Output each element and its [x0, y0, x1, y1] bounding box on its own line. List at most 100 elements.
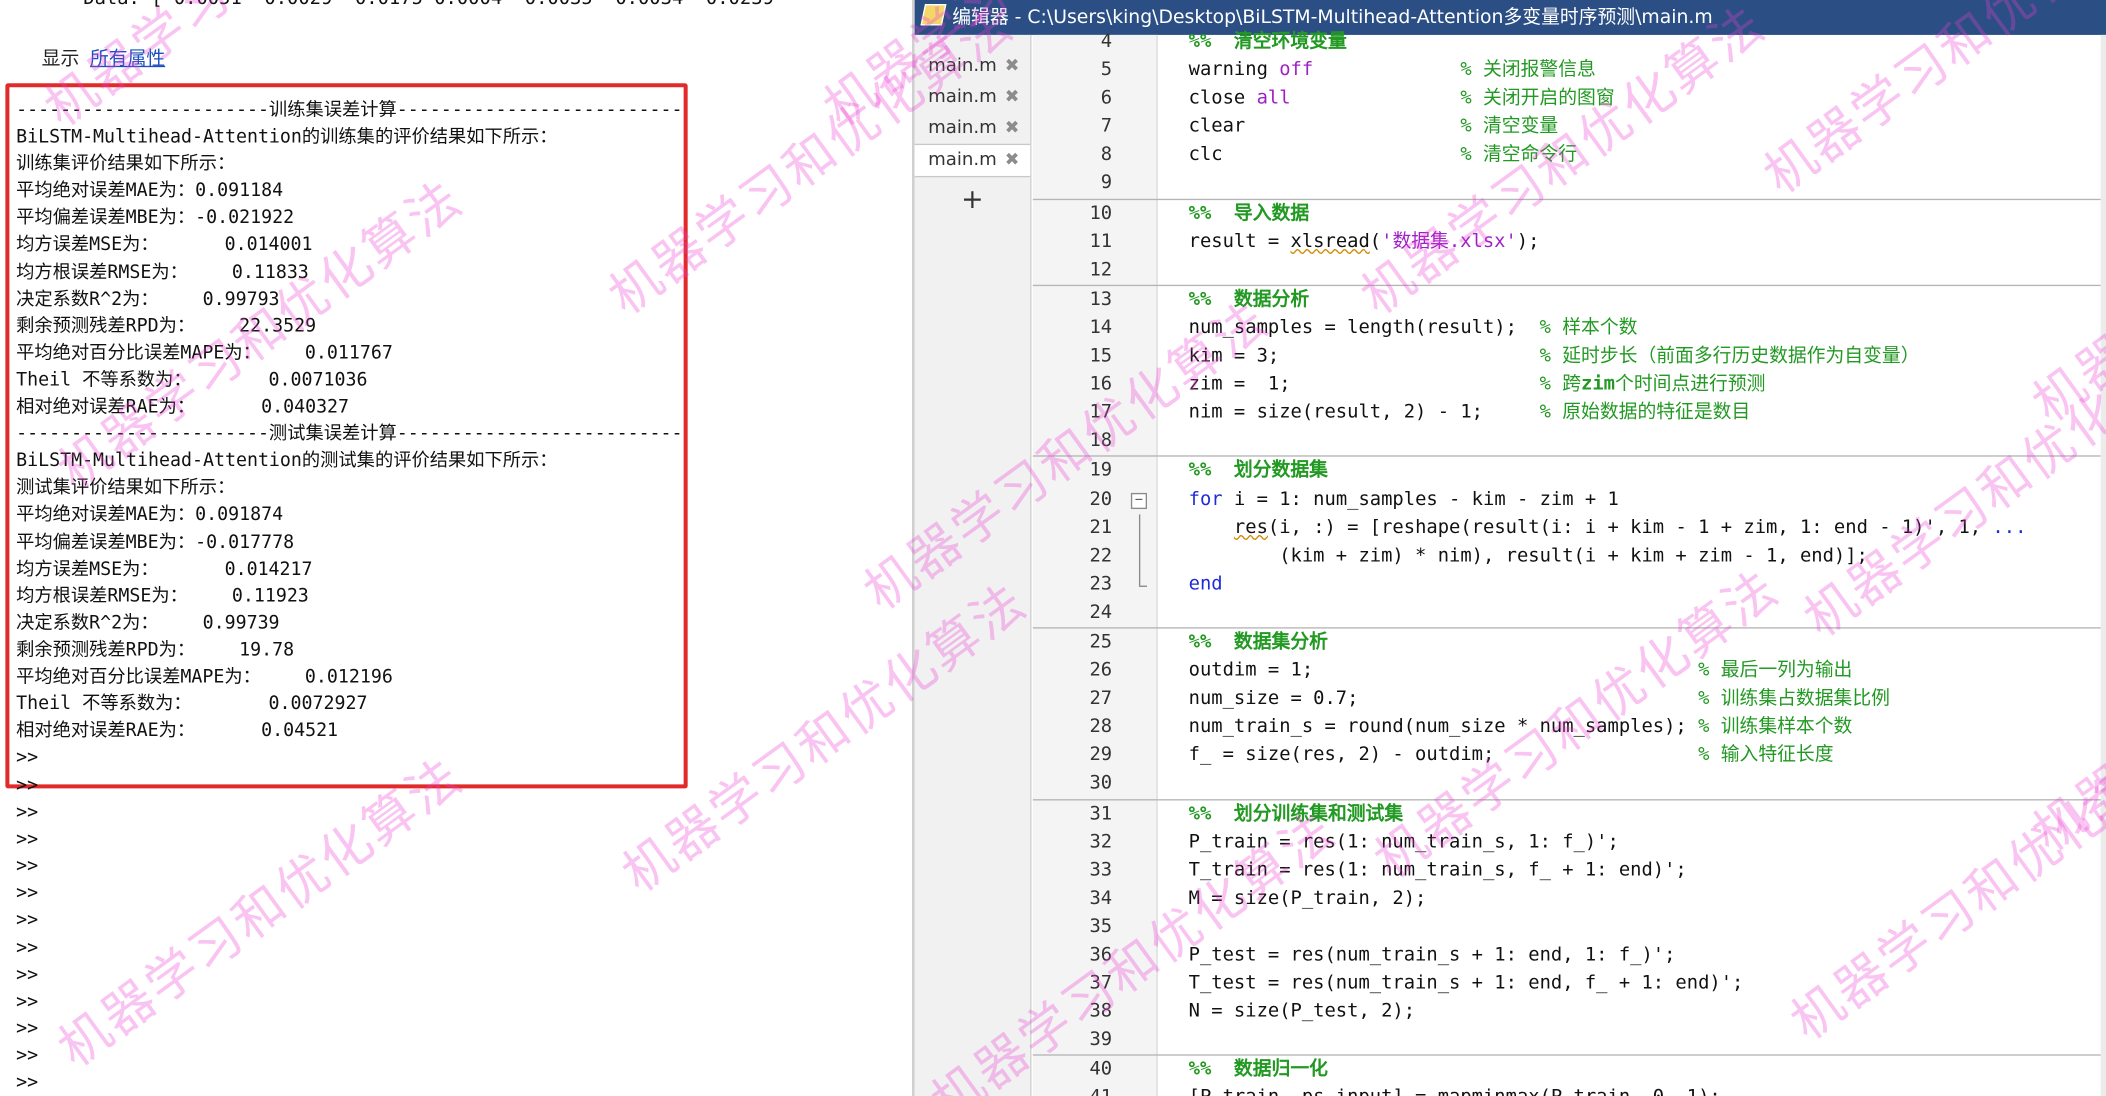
prompt-line: >> [16, 1017, 39, 1040]
code-line[interactable]: 7 clear % 清空变量 [1033, 113, 2106, 141]
code-line[interactable]: 27 num_size = 0.7; % 训练集占数据集比例 [1033, 685, 2106, 713]
line-number: 38 [1089, 1000, 1113, 1023]
code-line[interactable]: 14 num_samples = length(result); % 样本个数 [1033, 314, 2106, 342]
code-line[interactable]: 20− for i = 1: num_samples - kim - zim + … [1033, 486, 2106, 514]
code-line[interactable]: 34 M = size(P_train, 2); [1033, 885, 2106, 913]
output-line: BiLSTM-Multihead-Attention的测试集的评价结果如下所示： [16, 450, 558, 472]
code-token: % 关闭开启的图窗 [1460, 87, 1615, 110]
scrollbar-track[interactable] [2100, 34, 2106, 1096]
code-token: zim = 1; [1188, 373, 1540, 396]
code-line[interactable]: 15 kim = 3; % 延时步长（前面多行历史数据作为自变量） [1033, 343, 2106, 371]
code-line[interactable]: 17 nim = size(result, 2) - 1; % 原始数据的特征是数… [1033, 399, 2106, 427]
code-token: num_samples = length(result); [1188, 316, 1540, 339]
line-number: 27 [1089, 687, 1113, 710]
code-text: P_train = res(1: num_train_s, 1: f_)'; [1189, 828, 1619, 856]
line-number: 15 [1089, 345, 1113, 367]
output-line: 相对绝对误差RAE为： 0.040327 [16, 396, 350, 418]
code-token: (kim + zim) * nim), result(i + kim + zim… [1188, 544, 1868, 567]
line-number: 28 [1089, 716, 1113, 738]
code-line[interactable]: 38 N = size(P_test, 2); [1033, 998, 2106, 1026]
code-line[interactable]: 4 %% 清空环境变量 [1033, 28, 2106, 56]
output-line: 平均绝对误差MAE为：0.091184 [16, 180, 284, 202]
code-line[interactable]: 21 res(i, :) = [reshape(result(i: i + ki… [1033, 514, 2106, 542]
code-line[interactable]: 24 [1033, 599, 2106, 627]
code-token: %% 划分训练集和测试集 [1188, 802, 1404, 825]
code-line[interactable]: 18 [1033, 428, 2106, 456]
code-line[interactable]: 26 outdim = 1; % 最后一列为输出 [1033, 657, 2106, 685]
code-line[interactable]: 28 num_train_s = round(num_size * num_sam… [1033, 714, 2106, 742]
code-line[interactable]: 33 T_train = res(1: num_train_s, f_ + 1: … [1033, 857, 2106, 885]
code-text: P_test = res(num_train_s + 1: end, 1: f_… [1189, 942, 1676, 970]
output-line: 平均绝对误差MAE为：0.091874 [16, 504, 284, 526]
code-line[interactable]: 31 %% 划分训练集和测试集 [1032, 798, 2106, 829]
output-line: 平均偏差误差MBE为：-0.021922 [16, 207, 295, 229]
editor-tab[interactable]: main.m ✖ [915, 113, 1031, 144]
prompt-line: >> [16, 990, 39, 1013]
code-line[interactable]: 35 [1033, 913, 2106, 941]
line-number: 5 [1100, 59, 1113, 81]
prompt-line: >> [16, 963, 39, 986]
code-token: ( [1369, 230, 1382, 253]
output-line: 剩余预测残差RPD为： 22.3529 [16, 315, 317, 337]
code-text: clear % 清空变量 [1189, 113, 1559, 141]
editor-tab-strip: main.m ✖ main.m ✖ main.m ✖ main.m ✖ + [914, 34, 1032, 1096]
code-token: [P_train, ps_input] = mapminmax(P_train,… [1189, 1087, 1721, 1096]
code-line[interactable]: 39 [1033, 1027, 2106, 1055]
output-line: 平均偏差误差MBE为：-0.017778 [16, 531, 295, 553]
code-line[interactable]: 19 %% 划分数据集 [1032, 455, 2106, 486]
code-text: close all % 关闭开启的图窗 [1189, 85, 1615, 113]
code-token: ); [1516, 230, 1540, 253]
output-line: 均方根误差RMSE为： 0.11923 [16, 585, 309, 607]
command-window[interactable]: Data: [ 0.0051 0.0029 0.0175 0.0004 0.00… [0, 0, 912, 1096]
code-line[interactable]: 5 warning off % 关闭报警信息 [1033, 57, 2106, 85]
code-token: % 关闭报警信息 [1460, 59, 1596, 81]
code-text: %% 数据归一化 [1189, 1056, 1328, 1084]
code-line[interactable]: 25 %% 数据集分析 [1032, 627, 2106, 657]
code-line[interactable]: 11 result = xlsread('数据集.xlsx'); [1033, 228, 2106, 256]
code-line[interactable]: 9 [1033, 170, 2106, 198]
line-number: 19 [1089, 459, 1113, 482]
prompt-line: >> [16, 774, 39, 797]
code-line[interactable]: 37 T_test = res(num_train_s + 1: end, f_ … [1033, 970, 2106, 998]
add-tab-button[interactable]: + [915, 183, 1031, 215]
line-number: 32 [1089, 830, 1113, 853]
close-tab-icon[interactable]: ✖ [1005, 51, 1020, 82]
output-lines: -----------------------训练集误差计算----------… [16, 97, 682, 772]
editor-tab[interactable]: main.m ✖ [914, 143, 1031, 178]
output-line: 平均绝对百分比误差MAPE为： 0.012196 [16, 666, 393, 688]
code-line[interactable]: 32 P_train = res(1: num_train_s, 1: f_)'; [1033, 828, 2106, 856]
code-line[interactable]: 36 P_test = res(num_train_s + 1: end, 1: … [1033, 942, 2106, 970]
prompt-line: >> [16, 936, 39, 959]
code-token: ... [1992, 516, 2027, 539]
code-line[interactable]: 29 f_ = size(res, 2) - outdim; % 输入特征长度 [1033, 742, 2106, 770]
code-line[interactable]: 10 %% 导入数据 [1032, 198, 2106, 228]
code-token: P_train = res(1: num_train_s, 1: f_)'; [1188, 830, 1619, 853]
code-line[interactable]: 8 clc % 清空命令行 [1033, 142, 2106, 170]
code-line[interactable]: 30 [1033, 770, 2106, 798]
code-line[interactable]: 13 %% 数据分析 [1032, 284, 2106, 315]
code-line[interactable]: 6 close all % 关闭开启的图窗 [1033, 85, 2106, 113]
close-tab-icon[interactable]: ✖ [1005, 145, 1020, 176]
code-text: num_size = 0.7; % 训练集占数据集比例 [1189, 685, 1890, 713]
code-line[interactable]: 16 zim = 1; % 跨zim个时间点进行预测 [1033, 371, 2106, 399]
code-line[interactable]: 40 %% 数据归一化 [1032, 1054, 2106, 1085]
editor-tab[interactable]: main.m ✖ [915, 82, 1031, 113]
editor-tab[interactable]: main.m ✖ [915, 51, 1031, 82]
fold-toggle-icon[interactable]: − [1130, 492, 1148, 509]
code-token: % 原始数据的特征是数目 [1539, 401, 1751, 424]
code-line[interactable]: 12 [1033, 256, 2106, 284]
close-tab-icon[interactable]: ✖ [1005, 82, 1020, 113]
code-line[interactable]: 23 end [1033, 571, 2106, 599]
prompt-line: >> [16, 909, 39, 932]
prompt-line: >> [16, 801, 39, 824]
code-line[interactable]: 41 [P_train, ps_input] = mapminmax(P_trai… [1033, 1085, 2106, 1096]
code-text: result = xlsread('数据集.xlsx'); [1189, 228, 1540, 256]
code-text: %% 划分训练集和测试集 [1189, 800, 1404, 828]
close-tab-icon[interactable]: ✖ [1005, 113, 1020, 144]
fold-guide-line [1138, 514, 1141, 586]
code-token: % 训练集样本个数 [1698, 716, 1853, 738]
code-line[interactable]: 22 (kim + zim) * nim), result(i + kim + … [1033, 542, 2106, 570]
all-properties-link[interactable]: 所有属性 [90, 48, 165, 69]
code-area[interactable]: 4 %% 清空环境变量 5 warning off % 关闭报警信息 6 close al… [1032, 28, 2106, 1096]
